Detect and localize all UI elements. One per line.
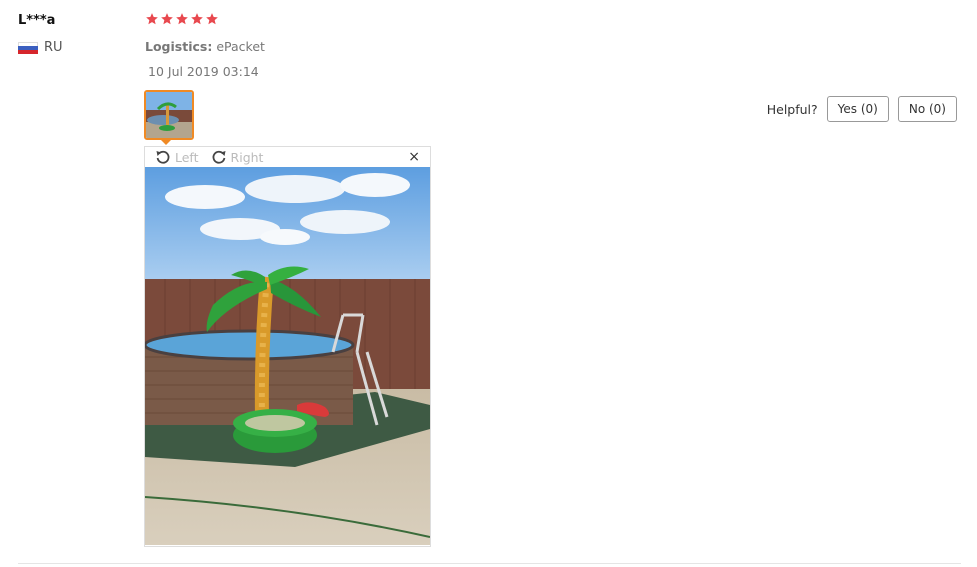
reviewer-country: RU xyxy=(18,40,63,55)
photo-viewer: Left Right × xyxy=(144,146,431,547)
thumbnail-caret xyxy=(160,139,172,145)
review-date: 10 Jul 2019 03:14 xyxy=(148,64,259,79)
rotate-right-icon xyxy=(212,150,226,164)
rotate-right-button[interactable]: Right xyxy=(211,149,264,165)
helpful-label: Helpful? xyxy=(766,101,818,117)
close-icon[interactable]: × xyxy=(408,149,420,165)
logistics-label: Logistics: xyxy=(145,39,213,54)
star-icon xyxy=(176,13,188,25)
reviewer-name: L***a xyxy=(18,13,56,28)
helpful-section: Helpful? Yes (0) No (0) xyxy=(767,96,957,122)
star-icon xyxy=(191,13,203,25)
helpful-no-button[interactable]: No (0) xyxy=(897,96,957,122)
thumbnail-image xyxy=(146,92,192,138)
review-photo xyxy=(145,167,430,545)
star-icon xyxy=(206,13,218,25)
flag-icon xyxy=(18,41,38,54)
review-divider xyxy=(18,563,961,564)
star-rating xyxy=(145,12,219,26)
rotate-left-icon xyxy=(156,150,170,164)
review-photo-thumbnail[interactable] xyxy=(144,90,194,140)
viewer-toolbar: Left Right × xyxy=(145,147,430,167)
star-icon xyxy=(146,13,158,25)
country-code: RU xyxy=(44,40,63,55)
rotate-right-label: Right xyxy=(230,149,264,165)
logistics-value: ePacket xyxy=(216,39,265,54)
star-icon xyxy=(161,13,173,25)
rotate-left-label: Left xyxy=(175,149,199,165)
rotate-left-button[interactable]: Left xyxy=(155,149,199,165)
logistics-info: Logistics: ePacket xyxy=(145,39,265,54)
helpful-yes-button[interactable]: Yes (0) xyxy=(826,96,889,122)
